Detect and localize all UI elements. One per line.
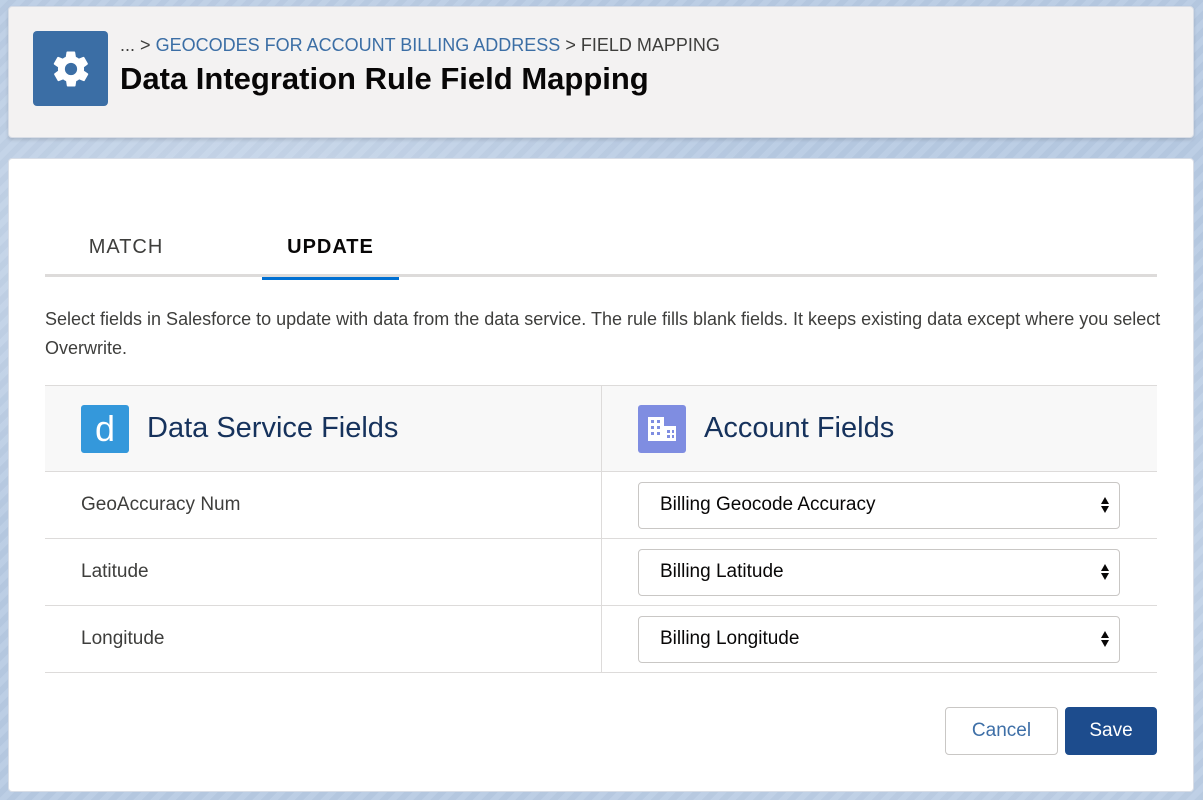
breadcrumb: ... > GEOCODES FOR ACCOUNT BILLING ADDRE…: [120, 35, 720, 56]
data-service-fields-label: Data Service Fields: [147, 412, 399, 444]
field-mapping-table: d Data Service Fields Account Fields Geo…: [45, 385, 1157, 673]
breadcrumb-separator: >: [565, 35, 576, 55]
account-field-select[interactable]: Billing Latitude: [638, 548, 1120, 596]
account-field-select[interactable]: Billing Longitude: [638, 615, 1120, 663]
select-value: Billing Latitude: [660, 561, 784, 582]
data-service-icon: d: [81, 404, 129, 453]
source-field: Latitude: [45, 539, 602, 605]
select-value: Billing Geocode Accuracy: [660, 494, 876, 515]
breadcrumb-separator: >: [140, 35, 151, 55]
source-field: Longitude: [45, 606, 602, 672]
account-fields-label: Account Fields: [704, 412, 895, 444]
building-icon: [638, 404, 686, 453]
save-button[interactable]: Save: [1065, 707, 1157, 755]
select-arrows-icon: [1101, 564, 1109, 580]
account-fields-header: Account Fields: [602, 386, 1157, 471]
breadcrumb-parent-link[interactable]: GEOCODES FOR ACCOUNT BILLING ADDRESS: [156, 35, 561, 55]
table-header-row: d Data Service Fields Account Fields: [45, 386, 1157, 472]
page-header: ... > GEOCODES FOR ACCOUNT BILLING ADDRE…: [8, 6, 1194, 138]
page-title: Data Integration Rule Field Mapping: [120, 61, 649, 96]
table-row: GeoAccuracy Num Billing Geocode Accuracy: [45, 472, 1157, 539]
breadcrumb-current: FIELD MAPPING: [580, 35, 720, 55]
select-arrows-icon: [1101, 497, 1109, 513]
tab-bar: MATCH UPDATE: [45, 219, 1157, 280]
description-text: Select fields in Salesforce to update wi…: [45, 309, 1161, 358]
select-arrows-icon: [1101, 631, 1109, 647]
table-row: Latitude Billing Latitude: [45, 539, 1157, 606]
account-field-select[interactable]: Billing Geocode Accuracy: [638, 481, 1120, 529]
tab-update[interactable]: UPDATE: [262, 219, 399, 280]
gear-icon: [33, 31, 108, 106]
table-row: Longitude Billing Longitude: [45, 606, 1157, 673]
main-panel: MATCH UPDATE Select fields in Salesforce…: [8, 158, 1194, 792]
cancel-button[interactable]: Cancel: [945, 707, 1058, 755]
breadcrumb-ellipsis[interactable]: ...: [120, 35, 135, 55]
tab-match[interactable]: MATCH: [45, 219, 207, 277]
data-service-fields-header: d Data Service Fields: [45, 386, 602, 471]
select-value: Billing Longitude: [660, 628, 800, 649]
source-field: GeoAccuracy Num: [45, 472, 602, 538]
